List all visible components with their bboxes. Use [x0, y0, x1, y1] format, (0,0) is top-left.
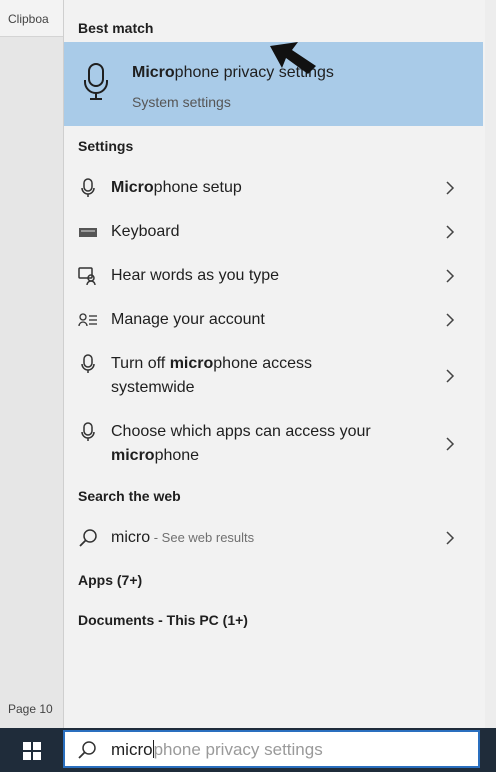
search-icon: [79, 529, 97, 547]
page-status-label: Page 10: [8, 702, 53, 716]
account-icon: [78, 313, 97, 327]
taskbar-search-box[interactable]: microphone privacy settings: [63, 730, 480, 768]
web-search-label: micro - See web results: [111, 529, 255, 546]
apps-header[interactable]: Apps (7+): [78, 572, 142, 588]
chevron-right-icon: [446, 181, 455, 195]
settings-item-manage-account[interactable]: Manage your account: [64, 308, 483, 332]
search-icon: [78, 741, 96, 759]
search-web-header: Search the web: [78, 488, 181, 504]
clipboard-label: Clipboa: [8, 12, 49, 26]
windows-logo-icon: [23, 742, 41, 760]
settings-item-turn-off-microphone[interactable]: Turn off microphone access systemwide: [64, 352, 483, 400]
chevron-right-icon: [446, 531, 455, 545]
best-match-header: Best match: [78, 20, 154, 36]
background-window: Clipboa Page 10: [0, 0, 63, 728]
settings-item-hear-words[interactable]: Hear words as you type: [64, 264, 483, 288]
speech-icon: [78, 267, 96, 286]
chevron-right-icon: [446, 437, 455, 451]
microphone-icon: [81, 354, 95, 373]
settings-item-label: Manage your account: [111, 311, 265, 328]
settings-item-label: Turn off microphone access systemwide: [111, 355, 313, 396]
keyboard-icon: [79, 228, 97, 237]
settings-item-microphone-setup[interactable]: Microphone setup: [64, 176, 483, 200]
settings-item-label: Keyboard: [111, 223, 180, 240]
settings-item-choose-apps[interactable]: Choose which apps can access your microph…: [64, 420, 483, 468]
settings-item-label: Hear words as you type: [111, 267, 280, 284]
background-window-right: [484, 0, 496, 728]
search-input[interactable]: microphone privacy settings: [111, 740, 323, 760]
chevron-right-icon: [446, 269, 455, 283]
best-match-subtitle: System settings: [132, 94, 231, 110]
start-button[interactable]: [0, 728, 63, 772]
chevron-right-icon: [446, 313, 455, 327]
settings-item-label: Choose which apps can access your microph…: [111, 423, 371, 464]
microphone-icon: [84, 63, 108, 100]
search-results-panel: Best match Microphone privacy settings S…: [63, 0, 485, 728]
settings-item-keyboard[interactable]: Keyboard: [64, 220, 483, 244]
documents-header[interactable]: Documents - This PC (1+): [78, 612, 248, 628]
settings-header: Settings: [78, 138, 134, 154]
settings-item-label: Microphone setup: [111, 179, 242, 196]
microphone-icon: [81, 178, 95, 197]
mouse-pointer-icon: [270, 42, 316, 74]
chevron-right-icon: [446, 369, 455, 383]
microphone-icon: [81, 422, 95, 441]
chevron-right-icon: [446, 225, 455, 239]
web-search-result[interactable]: micro - See web results: [64, 526, 483, 550]
